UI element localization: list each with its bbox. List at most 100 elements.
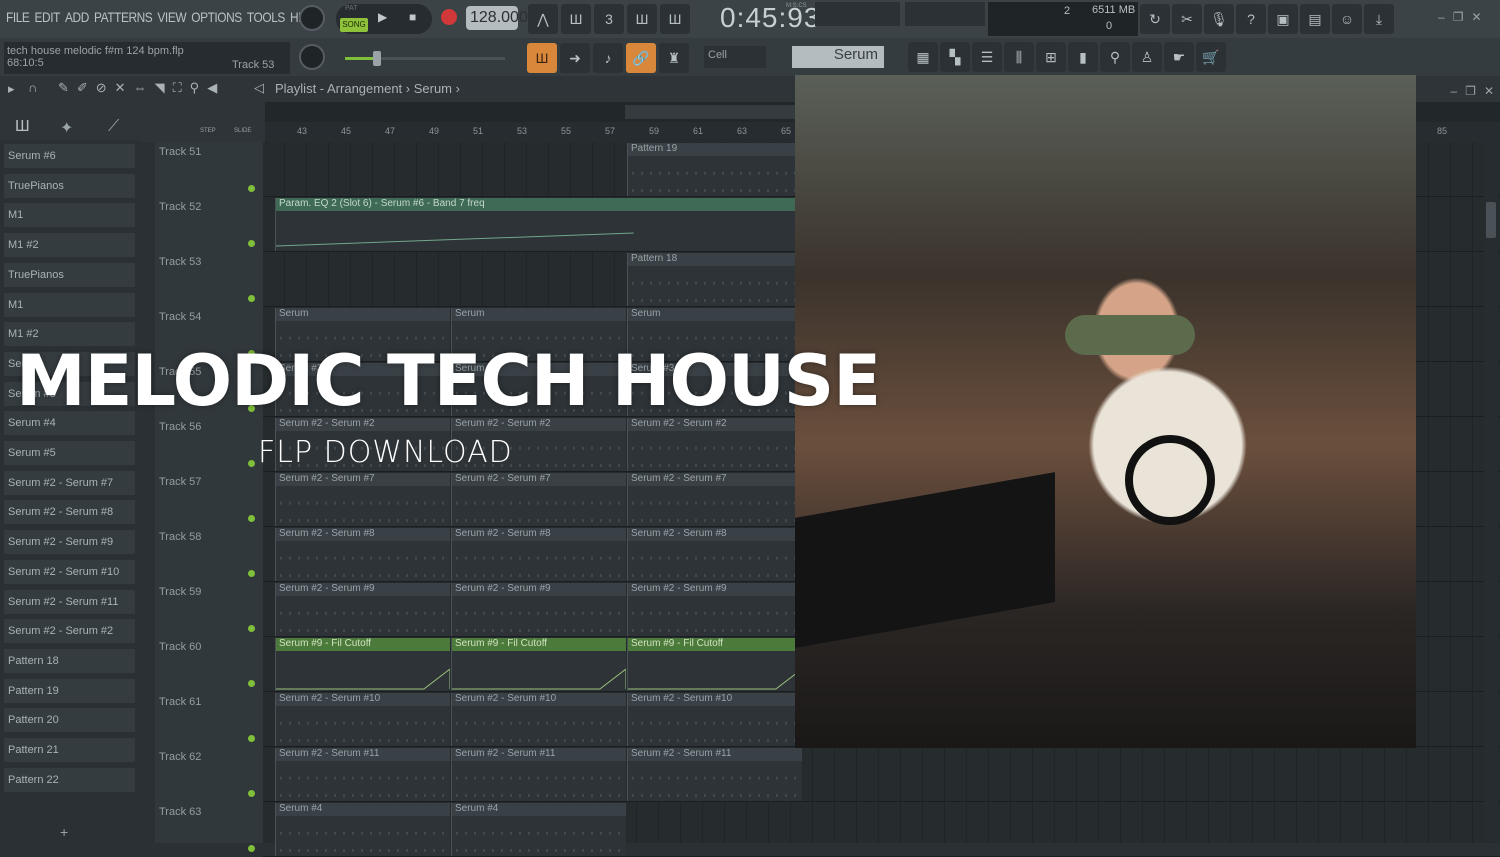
minimize-icon[interactable]: – — [1450, 84, 1457, 98]
track-mute-toggle[interactable] — [248, 240, 255, 247]
link-icon[interactable]: 🔗 — [626, 43, 656, 73]
pattern-clip[interactable]: Serum #2 - Serum #9 — [275, 583, 450, 636]
tool-icons[interactable]: ✎✐⊘✕⇔◥⛶⚲◀ — [58, 80, 225, 96]
menu-edit[interactable]: EDIT — [35, 9, 61, 25]
pattern-clip[interactable]: Serum #2 - Serum #11 — [451, 748, 626, 801]
download-icon[interactable]: ⤓ — [1364, 4, 1394, 34]
channel-selector[interactable]: Serum — [792, 46, 884, 68]
track-mute-toggle[interactable] — [248, 570, 255, 577]
channel-item[interactable]: Pattern 22 — [4, 767, 135, 792]
menu-options[interactable]: OPTIONS — [191, 9, 242, 25]
track-name[interactable]: Track 54 — [159, 311, 201, 323]
pattern-clip[interactable]: Serum #9 - Fil Cutoff — [627, 638, 802, 691]
metronome-icon[interactable]: ⋀ — [528, 4, 558, 34]
channel-item[interactable]: M1 #2 — [4, 233, 135, 258]
channel-item[interactable]: TruePianos — [4, 262, 135, 287]
track-name[interactable]: Track 58 — [159, 531, 201, 543]
play-button[interactable]: ▶ — [378, 10, 387, 24]
add-track-button[interactable]: + — [60, 824, 68, 840]
wait-for-input-icon[interactable]: Ш — [561, 4, 591, 34]
track-name[interactable]: Track 57 — [159, 476, 201, 488]
pattern-clip[interactable]: Serum #2 - Serum #10 — [275, 693, 450, 746]
track-name[interactable]: Track 59 — [159, 586, 201, 598]
step-edit-icon[interactable]: Ш — [627, 4, 657, 34]
vertical-scrollbar[interactable] — [1484, 142, 1498, 842]
pattern-clip[interactable]: Pattern 19 — [627, 143, 802, 196]
master-volume-knob[interactable] — [299, 5, 325, 31]
plugin-icon[interactable]: ⚲ — [1100, 42, 1130, 72]
restore-icon[interactable]: ❐ — [1465, 84, 1476, 98]
track-name[interactable]: Track 53 — [159, 256, 201, 268]
track-name[interactable]: Track 60 — [159, 641, 201, 653]
pattern-icon[interactable]: Ш — [15, 118, 30, 136]
magnet-icon[interactable]: ∩ — [28, 80, 37, 95]
pattern-clip[interactable]: Serum #2 - Serum #7 — [275, 473, 450, 526]
automation-icon[interactable]: ⟋ — [108, 118, 119, 136]
tempo-tap-icon[interactable]: ♙ — [1132, 42, 1162, 72]
master-pitch-knob[interactable] — [299, 44, 325, 70]
track-mute-toggle[interactable] — [248, 735, 255, 742]
song-mode-button[interactable]: SONG — [340, 18, 368, 32]
step-toggle[interactable]: STEP — [200, 128, 216, 134]
track-name[interactable]: Track 51 — [159, 146, 201, 158]
track-mute-toggle[interactable] — [248, 790, 255, 797]
close-icon[interactable]: ✕ — [1471, 10, 1481, 24]
arrow-icon[interactable]: ➜ — [560, 43, 590, 73]
channel-item[interactable]: Pattern 20 — [4, 708, 135, 733]
pattern-clip[interactable]: Serum #2 - Serum #2 — [627, 418, 802, 471]
channel-item[interactable]: Serum #2 - Serum #8 — [4, 500, 135, 525]
pattern-clip[interactable]: Serum #2 - Serum #9 — [451, 583, 626, 636]
pattern-clip[interactable]: Serum #2 - Serum #8 — [627, 528, 802, 581]
slide-icon[interactable]: ♪ — [593, 43, 623, 73]
project-icon[interactable]: ▮ — [1068, 42, 1098, 72]
expand-icon[interactable]: ▸ — [8, 81, 15, 97]
track-mute-toggle[interactable] — [248, 515, 255, 522]
pattern-clip[interactable]: Pattern 18 — [627, 253, 802, 306]
mixer-icon[interactable]: ⫼ — [1004, 42, 1034, 72]
tempo-display[interactable]: 128.000 — [466, 6, 528, 30]
typing-keyboard-icon[interactable]: ♜ — [659, 43, 689, 73]
track-mute-toggle[interactable] — [248, 680, 255, 687]
channel-item[interactable]: Serum #2 - Serum #9 — [4, 530, 135, 555]
close-icon[interactable]: ✕ — [1484, 84, 1494, 98]
pattern-clip[interactable]: Serum #2 - Serum #7 — [451, 473, 626, 526]
track-mute-toggle[interactable] — [248, 185, 255, 192]
channel-item[interactable]: M1 — [4, 292, 135, 317]
channel-item[interactable]: Serum #2 - Serum #11 — [4, 589, 135, 614]
pattern-clip[interactable]: Serum #4 — [451, 803, 626, 856]
audio-icon[interactable]: ✦ — [60, 118, 73, 138]
pattern-clip[interactable]: Serum #2 - Serum #7 — [627, 473, 802, 526]
playlist-icon[interactable]: ▦ — [908, 42, 938, 72]
pat-mode-label[interactable]: PAT — [345, 5, 358, 12]
countdown-icon[interactable]: 3 — [594, 4, 624, 34]
track-name[interactable]: Track 63 — [159, 806, 201, 818]
channel-item[interactable]: Serum #2 - Serum #2 — [4, 619, 135, 644]
channel-item[interactable]: TruePianos — [4, 173, 135, 198]
chat-icon[interactable]: ☺ — [1332, 4, 1362, 34]
pattern-clip[interactable]: Serum #2 - Serum #9 — [627, 583, 802, 636]
track-mute-toggle[interactable] — [248, 295, 255, 302]
pattern-clip[interactable]: Serum #4 — [275, 803, 450, 856]
playlist-snap-icon[interactable]: Ш — [527, 43, 557, 73]
menu-view[interactable]: VIEW — [157, 9, 186, 25]
track-name[interactable]: Track 52 — [159, 201, 201, 213]
track-mute-toggle[interactable] — [248, 845, 255, 852]
pattern-clip[interactable]: Serum #2 - Serum #11 — [275, 748, 450, 801]
stop-button[interactable]: ■ — [409, 10, 416, 24]
channel-item[interactable]: M1 — [4, 203, 135, 228]
track-mute-toggle[interactable] — [248, 460, 255, 467]
loop-record-icon[interactable]: Ш — [660, 4, 690, 34]
channel-item[interactable]: Serum #6 — [4, 144, 135, 168]
master-slider[interactable] — [345, 51, 505, 66]
track-name[interactable]: Track 61 — [159, 696, 201, 708]
restore-icon[interactable]: ❐ — [1453, 10, 1464, 24]
snap-select[interactable]: Cell — [704, 46, 766, 68]
pattern-clip[interactable]: Serum #2 - Serum #10 — [627, 693, 802, 746]
channel-item[interactable]: Serum #2 - Serum #10 — [4, 559, 135, 584]
channel-item[interactable]: Serum #5 — [4, 441, 135, 465]
minimize-icon[interactable]: – — [1438, 10, 1445, 24]
piano-roll-icon[interactable]: ▚ — [940, 42, 970, 72]
export-icon[interactable]: ▤ — [1300, 4, 1330, 34]
menu-add[interactable]: ADD — [65, 9, 89, 25]
menu-file[interactable]: FILE — [6, 9, 30, 25]
